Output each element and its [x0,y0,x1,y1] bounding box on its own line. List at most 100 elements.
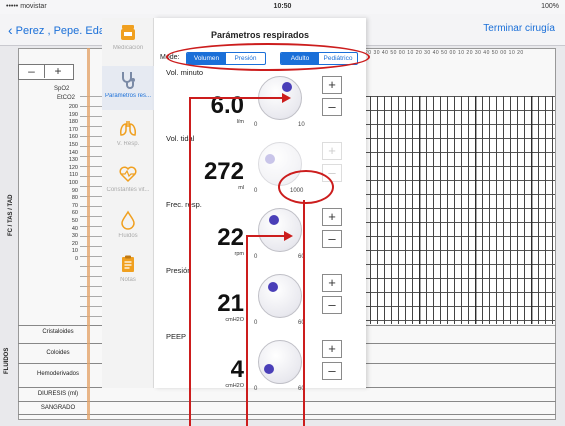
sidebar-item-notes[interactable]: Notas [102,250,154,294]
decrement-button[interactable]: – [322,296,342,314]
sidebar-item-fluids[interactable]: Fluidos [102,206,154,250]
y-axis-tick: 0 [74,255,78,262]
y-axis-tick: 80 [71,195,78,202]
param-unit: cmH2O [225,383,244,389]
increment-button[interactable]: + [322,274,342,292]
annotation-line [246,236,248,426]
annotation-oval-mode [166,43,370,71]
annotation-line [303,200,305,426]
param-value: 272 [203,158,244,185]
increment-button[interactable]: + [322,340,342,358]
param-unit: cmH2O [225,317,244,323]
dial-knob[interactable] [281,82,292,93]
sidebar-item-vital-signs[interactable]: Constantes vit... [102,160,154,204]
param-unit: l/m [236,119,244,125]
y-axis-tick: 50 [71,217,78,224]
annotation-oval-max [278,170,334,204]
battery-indicator: 100% [541,3,559,10]
clipboard-icon [122,255,134,272]
chart-grid-hour-lines [363,96,555,324]
drop-icon [121,210,135,230]
sidebar-item-label: Parámetros res... [104,93,151,99]
y-axis-tick: 20 [71,240,78,247]
fluid-row-label: SANGRADO [40,405,76,411]
patient-name: Perez , Pepe. Eda [15,25,105,37]
zoom-out-button[interactable]: – [19,65,45,78]
y-axis-tick: 40 [71,225,78,232]
heart-pulse-icon [119,166,137,183]
dial-knob [264,153,275,164]
sidebar-item-resp-vent[interactable]: V. Resp. [102,114,154,158]
param-dial[interactable] [258,340,302,384]
sidebar-item-medication[interactable]: Medicación [102,18,154,62]
param-value: 4 [230,356,244,383]
back-button[interactable]: ‹ Perez , Pepe. Eda [8,22,105,38]
param-value: 21 [217,290,244,317]
annotation-arrow-shaft [189,97,282,99]
dial-knob[interactable] [264,363,275,374]
y-axis-title: FC / TAS / TAD [8,194,14,236]
param-unit: ml [238,185,244,191]
fluid-row-label: Hemoderivados [36,371,80,377]
sidebar-item-label: Constantes vit... [106,187,150,193]
dial-max-label: 10 [298,122,305,128]
y-axis-tick: 150 [68,141,78,148]
lungs-icon [120,121,136,136]
decrement-button[interactable]: – [322,98,342,116]
medication-icon [121,25,135,40]
end-surgery-button[interactable]: Terminar cirugía [483,23,555,34]
annotation-arrow-shaft [246,235,284,237]
sidebar-item-label: Medicación [112,45,144,51]
fluids-title: FLUIDOS [4,347,10,374]
y-axis-ticks: 200 190 180 170 160 150 140 130 120 110 100 90 80 70 6… [62,104,78,263]
annotation-arrowhead [284,231,293,241]
increment-button[interactable]: + [322,208,342,226]
param-label: PEEP [166,332,187,341]
fluid-row-label: DIURESIS (ml) [37,391,79,397]
y-axis-tick: 100 [68,179,78,186]
y-axis-tick: 140 [68,149,78,156]
chevron-left-icon: ‹ [8,22,13,38]
etco2-label: EtCO2 [57,95,76,101]
sidebar: Medicación Parámetros res... V. Resp. Co… [102,18,154,388]
increment-button[interactable]: + [322,76,342,94]
param-label: Vol. minuto [166,68,204,77]
y-axis-tick: 180 [68,119,78,126]
fluid-row[interactable]: SANGRADO [18,401,556,415]
annotation-arrowhead [282,93,291,103]
y-axis-tick: 190 [68,111,78,118]
decrement-button[interactable]: – [322,362,342,380]
clock: 10:50 [273,3,292,10]
dial-min-label: 0 [254,122,258,128]
time-ticks: 20 30 40 50 00 10 20 30 40 50 00 10 20 3… [365,50,524,56]
fluid-row[interactable]: DIURESIS (ml) [18,387,556,401]
dial-min-label: 0 [254,320,258,326]
sidebar-item-label: V. Resp. [116,141,140,147]
y-axis-tick: 10 [71,248,78,255]
dial-knob[interactable] [267,282,278,293]
sidebar-item-label: Notas [120,277,136,283]
decrement-button[interactable]: – [322,230,342,248]
dial-min-label: 0 [254,386,258,392]
sidebar-item-respiratory-params[interactable]: Parámetros res... [102,66,154,110]
y-axis-tick: 60 [71,210,78,217]
param-label: Frec. resp. [166,200,202,209]
chart-grid-left [80,96,102,324]
zoom-in-button[interactable]: + [45,65,71,78]
respiratory-params-panel: Parámetros respirados Mode: Volumen Pres… [154,18,366,392]
stethoscope-icon [122,72,135,89]
dial-knob[interactable] [268,215,279,226]
dial-min-label: 0 [254,188,258,194]
annotation-line [189,98,191,426]
zoom-stepper[interactable]: – + [18,64,74,80]
spo2-label: SpO2 [54,86,70,92]
y-axis-tick: 110 [69,172,78,179]
y-axis-tick: 130 [68,157,78,164]
y-axis-tick: 120 [68,164,78,171]
param-dial[interactable] [258,208,302,252]
increment-button: + [322,142,342,160]
fluid-row-label: Coloides [46,350,70,356]
param-dial[interactable] [258,274,302,318]
status-bar: ••••• movistar 10:50 100% [0,0,565,14]
y-axis-tick: 160 [68,134,78,141]
